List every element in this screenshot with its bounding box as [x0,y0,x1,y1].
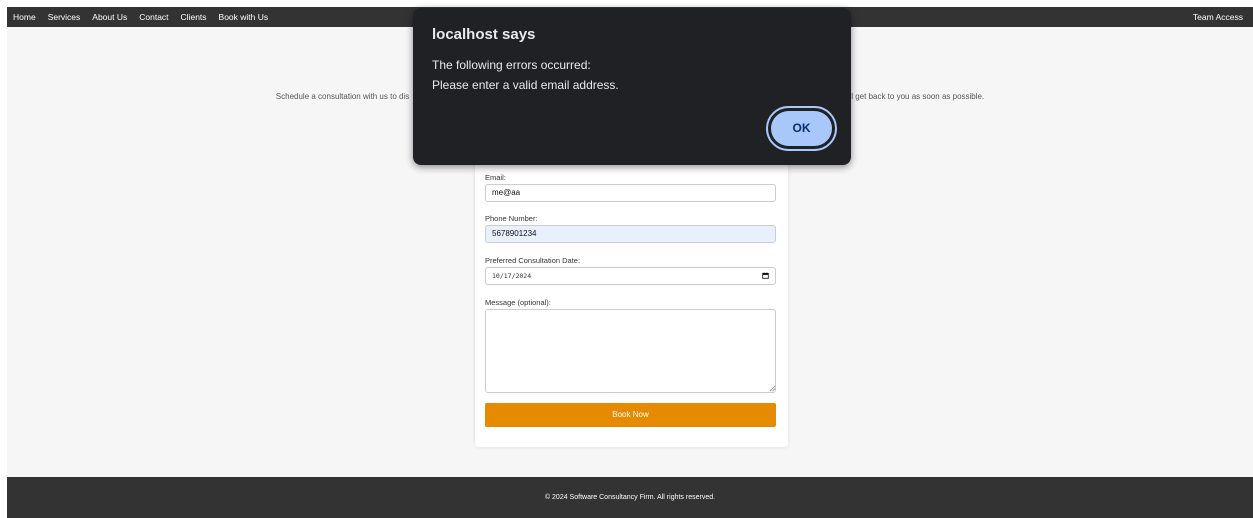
team-access-link[interactable]: Team Access [1187,7,1249,27]
nav-contact-link[interactable]: Contact [133,7,174,27]
dialog-message-line-1: The following errors occurred: [432,58,591,72]
date-label: Preferred Consultation Date: [485,256,581,265]
nav-links: Home Services About Us Contact Clients B… [7,7,274,27]
email-field[interactable]: me@aa [485,184,776,202]
phone-field[interactable]: 5678901234 [485,225,776,243]
nav-home-link[interactable]: Home [7,7,42,27]
date-field[interactable]: 10/17/2024 [485,267,776,285]
phone-label: Phone Number: [485,214,538,223]
nav-services-link[interactable]: Services [42,7,87,27]
dialog-message-line-2: Please enter a valid email address. [432,78,619,92]
alert-dialog: localhost says The following errors occu… [413,8,851,165]
message-field[interactable] [485,309,776,393]
intro-text-left: Schedule a consultation with us to dis [275,92,410,101]
nav-book-link[interactable]: Book with Us [213,7,275,27]
ok-focus-ring: OK [766,106,837,151]
email-label: Email: [485,173,506,182]
footer-text: © 2024 Software Consultancy Firm. All ri… [544,494,716,501]
resize-handle-icon[interactable] [769,385,776,392]
booking-form: Email: me@aa Phone Number: 5678901234 Pr… [475,132,788,447]
date-value: 10/17/2024 [492,272,532,280]
ok-button[interactable]: OK [771,111,832,146]
nav-about-link[interactable]: About Us [86,7,133,27]
nav-right: Team Access [1187,7,1249,27]
intro-text-right: l get back to you as soon as possible. [851,92,985,101]
footer: © 2024 Software Consultancy Firm. All ri… [7,477,1253,518]
message-label: Message (optional): [485,298,551,307]
calendar-icon[interactable] [762,272,769,279]
dialog-title: localhost says [432,26,536,43]
nav-clients-link[interactable]: Clients [175,7,213,27]
book-now-button[interactable]: Book Now [485,403,776,427]
